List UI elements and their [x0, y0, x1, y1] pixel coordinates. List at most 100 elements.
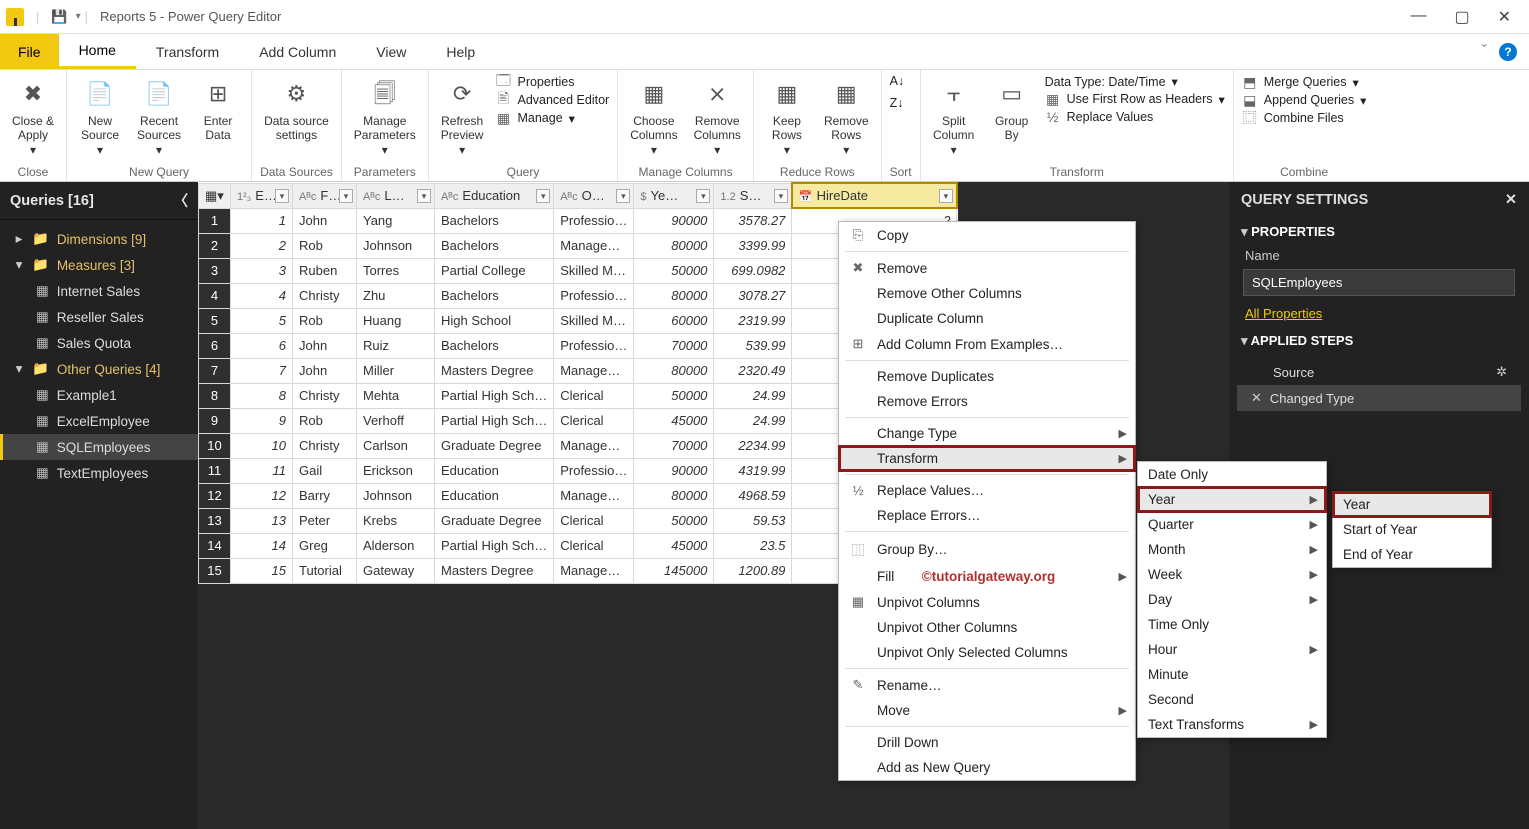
queries-folder-measures[interactable]: ▾📁Measures [3] — [0, 252, 198, 278]
row-number[interactable]: 7 — [199, 358, 231, 383]
row-number[interactable]: 14 — [199, 533, 231, 558]
save-icon[interactable]: 💾 — [51, 9, 67, 25]
query-example1[interactable]: ▦Example1 — [0, 382, 198, 408]
ctx-remove[interactable]: ✖Remove — [839, 255, 1135, 281]
keep-rows-button[interactable]: ▦Keep Rows▾ — [762, 74, 812, 161]
chevron-down-icon[interactable]: ▾ — [536, 189, 550, 203]
ctx-text-transforms[interactable]: Text Transforms▶ — [1138, 712, 1326, 737]
tab-transform[interactable]: Transform — [136, 34, 239, 69]
row-number[interactable]: 5 — [199, 308, 231, 333]
row-number[interactable]: 12 — [199, 483, 231, 508]
ctx-date-only[interactable]: Date Only — [1138, 462, 1326, 487]
ctx-week[interactable]: Week▶ — [1138, 562, 1326, 587]
ctx-add-col-examples[interactable]: ⊞Add Column From Examples… — [839, 331, 1135, 357]
row-number[interactable]: 3 — [199, 258, 231, 283]
sort-desc-button[interactable]: Z↓ — [890, 96, 905, 110]
ctx-unpivot[interactable]: ▦Unpivot Columns — [839, 589, 1135, 615]
row-number[interactable]: 1 — [199, 208, 231, 233]
ctx-day[interactable]: Day▶ — [1138, 587, 1326, 612]
all-properties-link[interactable]: All Properties — [1245, 306, 1513, 321]
collapse-queries-icon[interactable]: 〈 — [174, 190, 189, 211]
query-name-input[interactable] — [1243, 269, 1515, 296]
close-settings-button[interactable]: ✕ — [1505, 192, 1517, 208]
ctx-minute[interactable]: Minute — [1138, 662, 1326, 687]
chevron-down-icon[interactable]: ▾ — [339, 189, 353, 203]
row-number[interactable]: 9 — [199, 408, 231, 433]
manage-parameters-button[interactable]: 🗐Manage Parameters▾ — [350, 74, 420, 161]
row-number[interactable]: 4 — [199, 283, 231, 308]
queries-folder-other[interactable]: ▾📁Other Queries [4] — [0, 356, 198, 382]
ctx-start-of-year[interactable]: Start of Year — [1333, 517, 1491, 542]
column-header-occupation[interactable]: AᴮcO…▾ — [554, 183, 634, 208]
ctx-fill[interactable]: Fill ©tutorialgateway.org▶ — [839, 564, 1135, 589]
applied-steps-section[interactable]: APPLIED STEPS — [1229, 327, 1529, 355]
query-reseller-sales[interactable]: ▦Reseller Sales — [0, 304, 198, 330]
chevron-down-icon[interactable]: ▾ — [696, 189, 710, 203]
queries-folder-dimensions[interactable]: ▸📁Dimensions [9] — [0, 226, 198, 252]
column-header-income[interactable]: $Ye…▾ — [634, 183, 714, 208]
column-header-id[interactable]: 1²₃E…▾ — [231, 183, 293, 208]
recent-sources-button[interactable]: 📄Recent Sources▾ — [133, 74, 185, 161]
ctx-rename[interactable]: ✎Rename… — [839, 672, 1135, 698]
ctx-replace-values[interactable]: ½Replace Values… — [839, 478, 1135, 503]
choose-columns-button[interactable]: ▦Choose Columns▾ — [626, 74, 681, 161]
first-row-headers-button[interactable]: ▦Use First Row as Headers ▾ — [1045, 91, 1225, 107]
ctx-move[interactable]: Move▶ — [839, 698, 1135, 723]
delete-step-icon[interactable]: ✕ — [1251, 390, 1262, 406]
row-number[interactable]: 2 — [199, 233, 231, 258]
ctx-hour[interactable]: Hour▶ — [1138, 637, 1326, 662]
help-icon[interactable]: ? — [1499, 43, 1517, 61]
ctx-add-new-query[interactable]: Add as New Query — [839, 755, 1135, 780]
combine-files-button[interactable]: ⿴Combine Files — [1242, 110, 1367, 126]
ctx-year[interactable]: Year▶ — [1138, 487, 1326, 512]
query-internet-sales[interactable]: ▦Internet Sales — [0, 278, 198, 304]
column-header-first[interactable]: AᴮcF…▾ — [293, 183, 357, 208]
ctx-change-type[interactable]: Change Type▶ — [839, 421, 1135, 446]
gear-icon[interactable]: ✲ — [1496, 364, 1507, 380]
row-number[interactable]: 8 — [199, 383, 231, 408]
replace-values-button[interactable]: ½Replace Values — [1045, 109, 1225, 125]
row-number[interactable]: 11 — [199, 458, 231, 483]
query-sales-quota[interactable]: ▦Sales Quota — [0, 330, 198, 356]
ctx-end-of-year[interactable]: End of Year — [1333, 542, 1491, 567]
ctx-remove-duplicates[interactable]: Remove Duplicates — [839, 364, 1135, 389]
data-source-settings-button[interactable]: ⚙Data source settings — [260, 74, 333, 147]
column-header-sales[interactable]: 1.2S…▾ — [714, 183, 792, 208]
chevron-down-icon[interactable]: ▾ — [275, 189, 289, 203]
group-by-button[interactable]: ▭Group By — [987, 74, 1037, 147]
minimize-button[interactable]: — — [1410, 7, 1426, 27]
close-window-button[interactable]: ✕ — [1498, 7, 1511, 27]
chevron-down-icon[interactable]: ▾ — [417, 189, 431, 203]
close-apply-button[interactable]: ✖Close & Apply▾ — [8, 74, 58, 161]
applied-step-changed-type[interactable]: ✕Changed Type — [1237, 385, 1521, 411]
chevron-down-icon[interactable]: ▾ — [616, 189, 630, 203]
merge-queries-button[interactable]: ⬒Merge Queries ▾ — [1242, 74, 1367, 90]
ctx-group-by[interactable]: ⿲Group By… — [839, 535, 1135, 564]
properties-section[interactable]: PROPERTIES — [1229, 218, 1529, 246]
ctx-quarter[interactable]: Quarter▶ — [1138, 512, 1326, 537]
query-textemployees[interactable]: ▦TextEmployees — [0, 460, 198, 486]
maximize-button[interactable]: ▢ — [1454, 7, 1469, 27]
ctx-copy[interactable]: ⎘Copy — [839, 222, 1135, 248]
query-sqlemployees[interactable]: ▦SQLEmployees — [0, 434, 198, 460]
ctx-unpivot-other[interactable]: Unpivot Other Columns — [839, 615, 1135, 640]
data-type-button[interactable]: Data Type: Date/Time ▾ — [1045, 74, 1225, 89]
collapse-ribbon-icon[interactable]: ˇ — [1482, 43, 1487, 61]
row-number[interactable]: 13 — [199, 508, 231, 533]
column-header-hiredate[interactable]: 📅HireDate▾ — [792, 183, 957, 208]
tab-help[interactable]: Help — [426, 34, 495, 69]
save-dropdown-icon[interactable]: ▾ — [76, 11, 81, 22]
row-number[interactable]: 15 — [199, 558, 231, 583]
ctx-year-year[interactable]: Year — [1333, 492, 1491, 517]
split-column-button[interactable]: ⫟Split Column▾ — [929, 74, 979, 161]
ctx-replace-errors[interactable]: Replace Errors… — [839, 503, 1135, 528]
ctx-time-only[interactable]: Time Only — [1138, 612, 1326, 637]
manage-button[interactable]: ▦Manage ▾ — [495, 110, 609, 126]
ctx-remove-other[interactable]: Remove Other Columns — [839, 281, 1135, 306]
chevron-down-icon[interactable]: ▾ — [939, 189, 953, 203]
table-corner-button[interactable]: ▦▾ — [199, 183, 231, 208]
row-number[interactable]: 10 — [199, 433, 231, 458]
row-number[interactable]: 6 — [199, 333, 231, 358]
ctx-duplicate[interactable]: Duplicate Column — [839, 306, 1135, 331]
append-queries-button[interactable]: ⬓Append Queries ▾ — [1242, 92, 1367, 108]
